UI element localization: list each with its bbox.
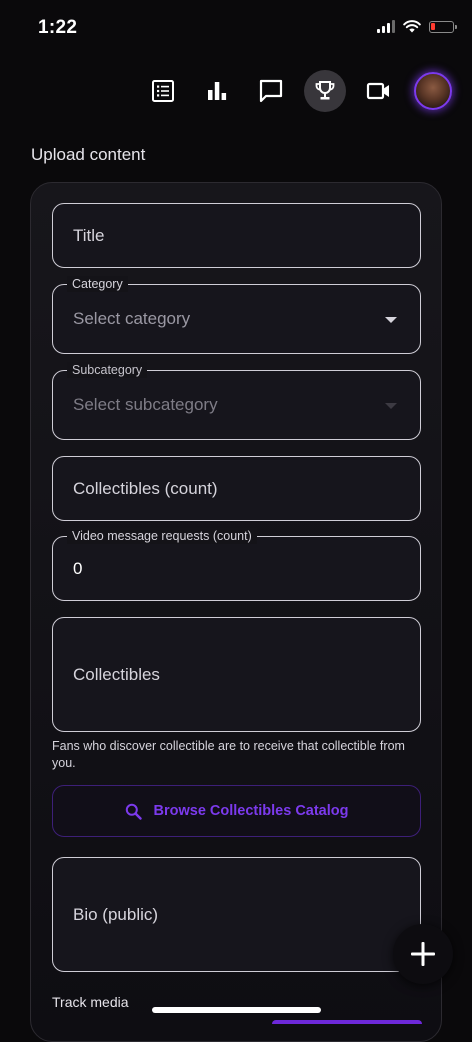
collectibles-count-placeholder: Collectibles (count) (73, 478, 218, 498)
add-fab-button[interactable] (393, 924, 453, 984)
nav-trophy-button[interactable] (304, 70, 346, 112)
subcategory-placeholder: Select subcategory (73, 395, 218, 414)
collectibles-input[interactable]: Collectibles (52, 617, 421, 732)
trophy-icon (315, 81, 335, 100)
bar-chart-icon (208, 82, 227, 100)
collectibles-placeholder: Collectibles (73, 664, 160, 684)
page-title: Upload content (31, 145, 146, 164)
title-input[interactable]: Title (52, 203, 421, 268)
video-requests-label: Video message requests (count) (67, 528, 257, 544)
bio-input[interactable]: Bio (public) (52, 857, 421, 972)
browse-collectibles-button[interactable]: Browse Collectibles Catalog (52, 785, 421, 837)
category-label: Category (67, 276, 128, 292)
nav-video-button[interactable] (358, 70, 400, 112)
status-bar: 1:22 (0, 0, 472, 56)
plus-icon (411, 942, 435, 966)
video-requests-value: 0 (73, 558, 83, 578)
top-nav (142, 70, 452, 112)
wifi-icon (403, 20, 421, 33)
track-media-button-edge[interactable] (272, 1020, 422, 1024)
video-requests-input[interactable]: Video message requests (count) 0 (52, 528, 421, 601)
battery-icon (429, 20, 457, 33)
list-icon (152, 80, 174, 102)
status-time: 1:22 (38, 17, 78, 38)
category-select[interactable]: Category Select category (52, 276, 421, 354)
collectibles-helper-text: Fans who discover collectible are to rec… (52, 739, 405, 770)
status-icons (377, 20, 457, 33)
video-camera-icon (366, 82, 389, 100)
chat-icon (259, 79, 283, 103)
avatar[interactable] (414, 72, 452, 110)
title-placeholder: Title (73, 225, 105, 245)
track-media-label: Track media (52, 994, 129, 1010)
nav-chat-button[interactable] (250, 70, 292, 112)
category-placeholder: Select category (73, 309, 191, 328)
bio-placeholder: Bio (public) (73, 904, 159, 924)
collectibles-count-input[interactable]: Collectibles (count) (52, 456, 421, 521)
subcategory-select[interactable]: Subcategory Select subcategory (52, 362, 421, 440)
browse-collectibles-label: Browse Collectibles Catalog (153, 803, 349, 819)
cellular-signal-icon (377, 20, 395, 33)
subcategory-label: Subcategory (67, 362, 148, 378)
nav-list-button[interactable] (142, 70, 184, 112)
search-icon (125, 803, 142, 820)
chevron-down-icon (385, 317, 397, 323)
nav-stats-button[interactable] (196, 70, 238, 112)
home-indicator (152, 1007, 321, 1013)
chevron-down-icon (385, 403, 397, 409)
